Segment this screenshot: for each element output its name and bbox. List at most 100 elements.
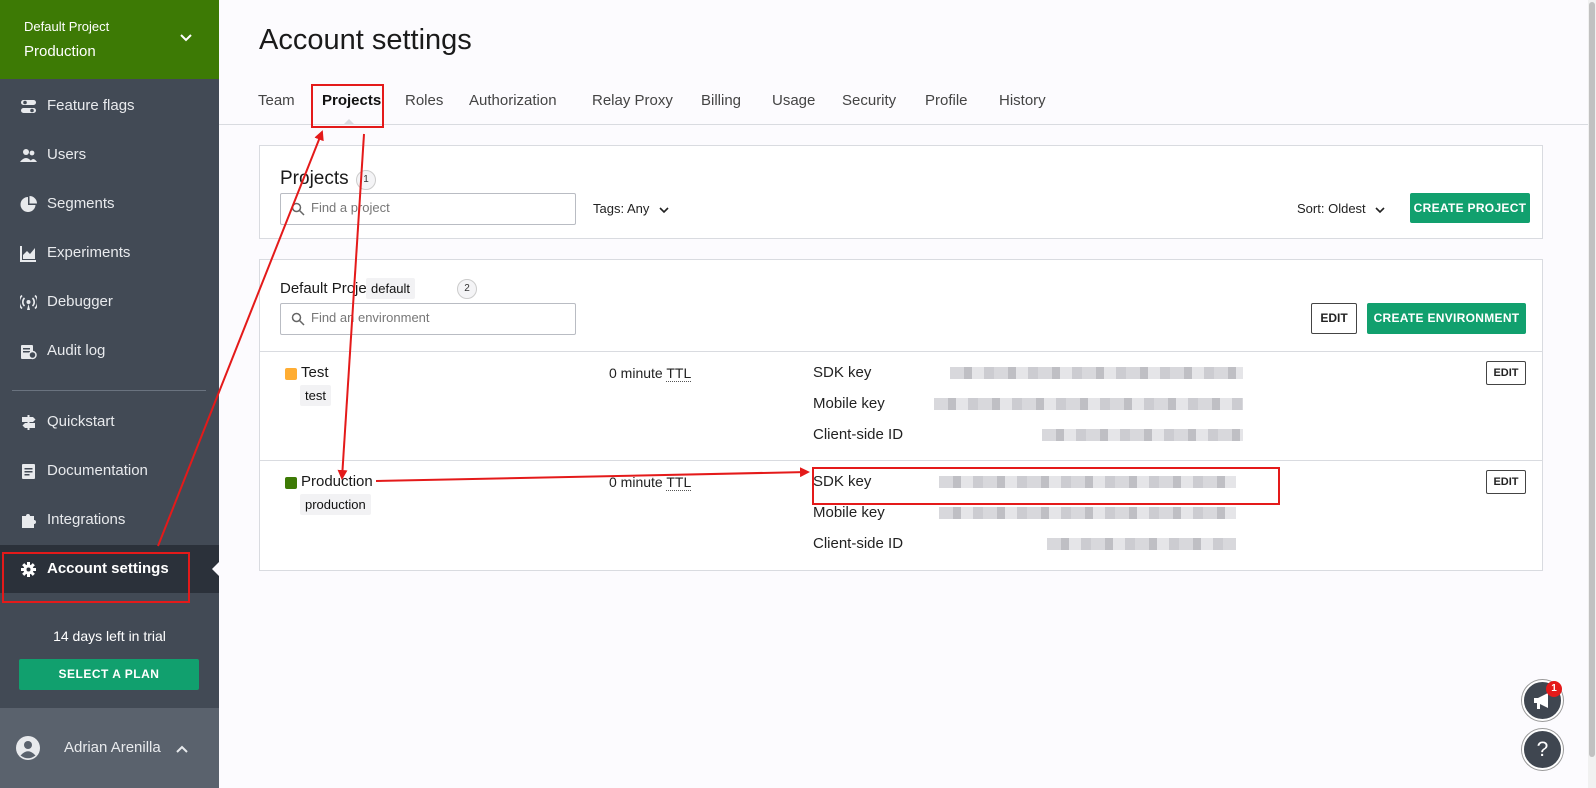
tab-relay-proxy[interactable]: Relay Proxy [592, 92, 673, 109]
annotation-highlight-sdk-key [812, 467, 1280, 505]
sidebar-item-label: Experiments [47, 244, 131, 261]
projects-heading: Projects [280, 168, 349, 189]
pie-chart-icon [20, 196, 37, 212]
sidebar-item-label: Users [47, 146, 87, 163]
user-menu[interactable]: Adrian Arenilla [0, 708, 219, 788]
toggle-icon [21, 100, 36, 113]
project-card: Default Project default 2 EDIT CREATE EN… [259, 259, 1543, 571]
environment-key-tag: test [300, 385, 331, 406]
tab-billing[interactable]: Billing [701, 92, 741, 109]
project-name: Default Project [24, 19, 110, 34]
client-side-id-label: Client-side ID [813, 426, 904, 443]
environment-color-swatch [285, 368, 297, 380]
audit-log-icon [21, 345, 37, 360]
project-title: Default Project [280, 280, 379, 297]
sidebar-item-quickstart[interactable]: Quickstart [0, 398, 219, 446]
select-plan-button[interactable]: SELECT A PLAN [19, 659, 199, 690]
notification-count-badge: 1 [1546, 681, 1562, 697]
sidebar-item-label: Quickstart [47, 413, 115, 430]
sdk-key-label: SDK key [813, 364, 872, 381]
sidebar-item-users[interactable]: Users [0, 131, 219, 179]
project-switcher[interactable]: Default Project Production [0, 0, 219, 79]
environment-search-input[interactable] [311, 310, 551, 325]
annotation-highlight-projects-tab [311, 84, 384, 128]
signpost-icon [22, 415, 36, 430]
sidebar-item-label: Segments [47, 195, 115, 212]
document-icon [22, 464, 35, 479]
redacted-mobile-key[interactable] [939, 507, 1236, 519]
tab-authorization[interactable]: Authorization [469, 92, 557, 109]
create-project-button[interactable]: CREATE PROJECT [1410, 193, 1530, 223]
redacted-client-side-id[interactable] [1047, 538, 1236, 550]
redacted-sdk-key[interactable] [950, 367, 1243, 379]
settings-tabs: Team Projects Roles Authorization Relay … [219, 84, 1589, 125]
scrollbar[interactable] [1588, 0, 1596, 788]
scrollbar-thumb[interactable] [1589, 2, 1595, 757]
search-icon [291, 312, 305, 326]
sort-value: Oldest [1328, 201, 1366, 216]
sidebar-item-audit-log[interactable]: Audit log [0, 327, 219, 375]
environment-name: Production [24, 43, 96, 60]
page-title: Account settings [259, 24, 472, 56]
environment-color-swatch [285, 477, 297, 489]
users-icon [20, 149, 37, 162]
chevron-up-icon [176, 745, 188, 753]
sidebar-item-label: Debugger [47, 293, 113, 310]
tab-history[interactable]: History [999, 92, 1046, 109]
sidebar-item-feature-flags[interactable]: Feature flags [0, 82, 219, 130]
tab-usage[interactable]: Usage [772, 92, 815, 109]
broadcast-icon [20, 294, 37, 310]
mobile-key-label: Mobile key [813, 504, 885, 521]
redacted-mobile-key[interactable] [934, 398, 1243, 410]
sidebar-item-documentation[interactable]: Documentation [0, 447, 219, 495]
ttl-value: 0 minute [609, 474, 663, 490]
project-search-input[interactable] [311, 200, 551, 215]
row-divider [260, 351, 1542, 352]
chevron-down-icon [180, 34, 192, 42]
chart-icon [20, 246, 36, 262]
help-question-icon: ? [1536, 738, 1549, 761]
mobile-key-label: Mobile key [813, 395, 885, 412]
sidebar-item-segments[interactable]: Segments [0, 180, 219, 228]
environment-search[interactable] [280, 303, 576, 335]
sidebar-item-label: Documentation [47, 462, 148, 479]
tab-profile[interactable]: Profile [925, 92, 968, 109]
redacted-client-side-id[interactable] [1042, 429, 1243, 441]
avatar-icon [16, 736, 40, 760]
user-name: Adrian Arenilla [64, 739, 161, 756]
puzzle-icon [22, 514, 36, 528]
sidebar-item-experiments[interactable]: Experiments [0, 229, 219, 277]
environment-key-tag: production [300, 494, 371, 515]
create-environment-button[interactable]: CREATE ENVIRONMENT [1367, 303, 1526, 334]
tags-label: Tags: [593, 201, 625, 216]
ttl-value: 0 minute [609, 365, 663, 381]
tags-filter-dropdown[interactable]: Tags: Any [593, 201, 669, 216]
projects-card: Projects 1 Tags: Any Sort: Oldest CREATE… [259, 145, 1543, 239]
ttl-abbr: TTL [666, 365, 692, 382]
sort-dropdown[interactable]: Sort: Oldest [1297, 201, 1385, 216]
annotation-highlight-account-settings [2, 552, 190, 603]
ttl-abbr: TTL [666, 474, 692, 491]
environment-ttl: 0 minute TTL [609, 365, 692, 382]
project-search[interactable] [280, 193, 576, 225]
tab-security[interactable]: Security [842, 92, 896, 109]
edit-environment-button[interactable]: EDIT [1486, 470, 1526, 494]
row-divider [260, 460, 1542, 461]
search-icon [291, 202, 305, 216]
sidebar-item-label: Feature flags [47, 97, 135, 114]
tab-roles[interactable]: Roles [405, 92, 443, 109]
sidebar-item-debugger[interactable]: Debugger [0, 278, 219, 326]
environment-ttl: 0 minute TTL [609, 474, 692, 491]
environment-name-test: Test [301, 364, 329, 381]
sidebar-divider [12, 390, 206, 391]
tab-team[interactable]: Team [258, 92, 295, 109]
project-key-tag: default [366, 278, 416, 299]
help-button[interactable]: ? [1522, 729, 1563, 770]
sidebar-item-label: Integrations [47, 511, 126, 528]
edit-project-button[interactable]: EDIT [1311, 303, 1357, 334]
edit-environment-button[interactable]: EDIT [1486, 361, 1526, 385]
trial-status: 14 days left in trial [53, 628, 166, 644]
sort-label: Sort: [1297, 201, 1325, 216]
chevron-down-icon [659, 206, 669, 213]
sidebar-item-integrations[interactable]: Integrations [0, 496, 219, 544]
